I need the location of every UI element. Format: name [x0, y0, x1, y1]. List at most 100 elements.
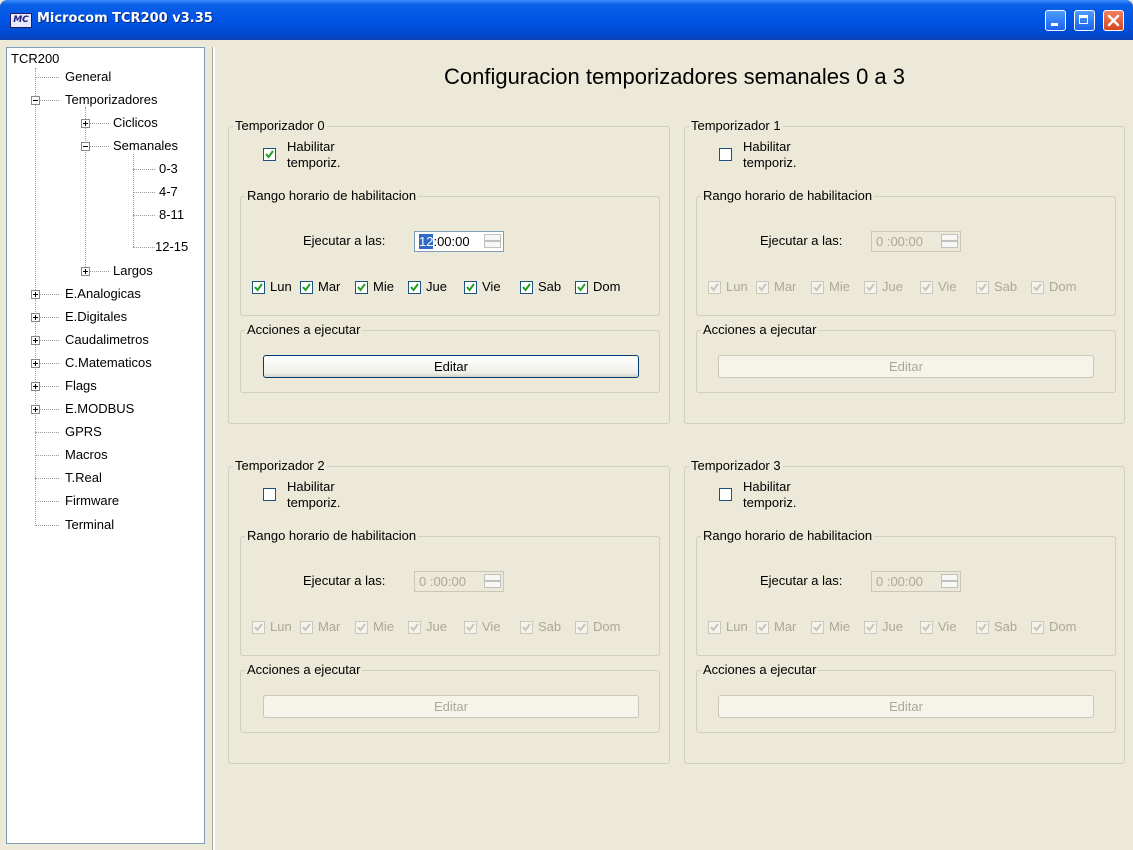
day-label: Lun — [270, 619, 292, 634]
checkmark-icon — [758, 623, 767, 632]
day-checkbox-mie[interactable] — [811, 281, 824, 294]
edit-button[interactable]: Editar — [263, 355, 639, 378]
time-input[interactable]: 0 :00:00 — [871, 571, 961, 592]
enable-label-2: temporiz. — [743, 495, 797, 510]
expand-icon[interactable] — [31, 336, 40, 345]
day-label: Jue — [882, 279, 903, 294]
checkmark-icon — [254, 623, 263, 632]
day-checkbox-vie[interactable] — [920, 281, 933, 294]
day-checkbox-sab[interactable] — [976, 281, 989, 294]
time-spinner[interactable] — [941, 574, 958, 589]
timer-0-range-group: Rango horario de habilitacion Ejecutar a… — [240, 188, 660, 316]
timer-3-title: Temporizador 3 — [689, 458, 783, 474]
time-rest: :00:00 — [433, 234, 470, 249]
day-checkbox-lun[interactable] — [708, 281, 721, 294]
day-checkbox-mar[interactable] — [756, 621, 769, 634]
day-checkbox-jue[interactable] — [408, 621, 421, 634]
day-label: Mar — [318, 619, 341, 634]
timer-0-enable-checkbox[interactable] — [263, 148, 276, 161]
day-checkbox-sab[interactable] — [520, 281, 533, 294]
expand-icon[interactable] — [31, 313, 40, 322]
day-checkbox-jue[interactable] — [864, 281, 877, 294]
expand-icon[interactable] — [31, 405, 40, 414]
spin-down-button[interactable] — [941, 581, 958, 588]
expand-icon[interactable] — [31, 359, 40, 368]
tree-item-label: Temporizadores — [65, 92, 158, 107]
spin-up-button[interactable] — [484, 234, 501, 241]
time-spinner[interactable] — [941, 234, 958, 249]
tree-item-label: Terminal — [65, 517, 115, 532]
maximize-button[interactable] — [1074, 10, 1095, 31]
edit-button[interactable]: Editar — [718, 355, 1094, 378]
day-checkbox-dom[interactable] — [1031, 281, 1044, 294]
day-checkbox-mie[interactable] — [811, 621, 824, 634]
timer-1-title: Temporizador 1 — [689, 118, 783, 134]
expand-icon[interactable] — [81, 119, 90, 128]
day-checkbox-mie[interactable] — [355, 621, 368, 634]
spin-up-button[interactable] — [941, 574, 958, 581]
actions-title: Acciones a ejecutar — [701, 322, 819, 338]
time-value: 12:00:00 — [419, 234, 470, 249]
minimize-button[interactable] — [1045, 10, 1066, 31]
timer-1-enable-checkbox[interactable] — [719, 148, 732, 161]
day-checkbox-lun[interactable] — [708, 621, 721, 634]
edit-button[interactable]: Editar — [718, 695, 1094, 718]
day-checkbox-jue[interactable] — [864, 621, 877, 634]
timer-0-actions-group: Acciones a ejecutar Editar — [240, 322, 660, 393]
expand-icon[interactable] — [31, 290, 40, 299]
enable-label-1: Habilitar — [743, 479, 791, 494]
expand-icon[interactable] — [81, 267, 90, 276]
collapse-icon[interactable] — [81, 142, 90, 151]
day-checkbox-mie[interactable] — [355, 281, 368, 294]
edit-button[interactable]: Editar — [263, 695, 639, 718]
close-icon — [1107, 14, 1120, 27]
time-input[interactable]: 12:00:00 — [414, 231, 504, 252]
close-button[interactable] — [1103, 10, 1124, 31]
time-spinner[interactable] — [484, 234, 501, 249]
day-checkbox-mar[interactable] — [300, 621, 313, 634]
checkmark-icon — [922, 623, 931, 632]
checkmark-icon — [866, 623, 875, 632]
day-checkbox-vie[interactable] — [464, 621, 477, 634]
tree-root-label: TCR200 — [11, 51, 60, 66]
timer-3-enable-checkbox[interactable] — [719, 488, 732, 501]
day-checkbox-mar[interactable] — [300, 281, 313, 294]
spin-up-button[interactable] — [484, 574, 501, 581]
timer-2-enable-checkbox[interactable] — [263, 488, 276, 501]
tree-item-label: Semanales — [113, 138, 179, 153]
navigation-tree[interactable]: TCR200 General Temporizadores Ciclicos S… — [6, 47, 205, 844]
time-input[interactable]: 0 :00:00 — [414, 571, 504, 592]
spin-down-button[interactable] — [941, 241, 958, 248]
day-checkbox-mar[interactable] — [756, 281, 769, 294]
splitter[interactable] — [205, 47, 215, 850]
checkmark-icon — [466, 283, 475, 292]
day-checkbox-dom[interactable] — [1031, 621, 1044, 634]
day-checkbox-lun[interactable] — [252, 621, 265, 634]
day-checkbox-sab[interactable] — [520, 621, 533, 634]
checkmark-icon — [813, 623, 822, 632]
checkmark-icon — [978, 623, 987, 632]
day-label: Sab — [994, 279, 1018, 294]
tree-item-label: Firmware — [65, 493, 120, 508]
time-spinner[interactable] — [484, 574, 501, 589]
day-checkbox-dom[interactable] — [575, 621, 588, 634]
title-bar[interactable]: MC Microcom TCR200 v3.35 — [0, 0, 1133, 40]
day-checkbox-sab[interactable] — [976, 621, 989, 634]
spin-down-button[interactable] — [484, 241, 501, 248]
day-checkbox-jue[interactable] — [408, 281, 421, 294]
tree-item-label: T.Real — [65, 470, 102, 485]
time-input[interactable]: 0 :00:00 — [871, 231, 961, 252]
enable-label-2: temporiz. — [287, 155, 341, 170]
tree-item-label: Macros — [65, 447, 108, 462]
day-checkbox-vie[interactable] — [464, 281, 477, 294]
spin-up-button[interactable] — [941, 234, 958, 241]
collapse-icon[interactable] — [31, 96, 40, 105]
day-checkbox-vie[interactable] — [920, 621, 933, 634]
range-title: Rango horario de habilitacion — [245, 528, 419, 544]
timer-1-actions-group: Acciones a ejecutar Editar — [696, 322, 1116, 393]
day-checkbox-dom[interactable] — [575, 281, 588, 294]
expand-icon[interactable] — [31, 382, 40, 391]
spin-down-button[interactable] — [484, 581, 501, 588]
day-checkbox-lun[interactable] — [252, 281, 265, 294]
day-label: Mie — [373, 279, 394, 294]
